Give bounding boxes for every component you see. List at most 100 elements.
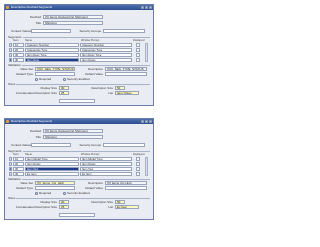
row-selector-active[interactable] [9, 58, 12, 62]
segment-num-cell[interactable]: 20 [13, 162, 24, 166]
displayed-checkbox[interactable] [136, 167, 140, 171]
maximize-icon[interactable] [145, 120, 148, 123]
displayed-checkbox[interactable] [136, 43, 140, 47]
application-label: Flexfield [29, 129, 41, 133]
description-size-label: Description Size [91, 200, 113, 204]
validation-section: Validation [8, 64, 150, 67]
segment-name-cell[interactable]: Item Model Type [25, 157, 79, 161]
maximize-icon[interactable] [145, 6, 148, 9]
segment-name-cell[interactable]: Item Desc Type [25, 53, 79, 57]
value-set-field[interactable]: XXX_SEG_TYPE_STATUS [35, 67, 75, 71]
window-titlebar: Descriptive Flexfield Segments [5, 5, 153, 10]
col-displayed-header: Displayed [133, 39, 145, 42]
displayed-checkbox[interactable] [136, 53, 140, 57]
row-selector[interactable] [9, 157, 12, 161]
segment-num-cell[interactable]: 30 [13, 53, 24, 57]
row-selector[interactable] [9, 172, 12, 176]
segment-prompt-cell[interactable]: Item Notes [80, 58, 132, 62]
application-field[interactable]: XX Items Outsourcing Shipment [43, 129, 103, 133]
segment-prompt-cell[interactable]: Category Number [80, 43, 132, 47]
minimize-icon[interactable] [141, 6, 144, 9]
close-icon[interactable] [149, 120, 152, 123]
minimize-icon[interactable] [141, 120, 144, 123]
title-field[interactable]: Shipping [43, 135, 103, 139]
title-label: Title [35, 135, 41, 139]
security-enabled-label: Security Enabled [67, 191, 90, 195]
segments-scrollbar[interactable] [145, 157, 148, 176]
row-selector[interactable] [9, 53, 12, 57]
displayed-checkbox[interactable] [136, 172, 140, 176]
segment-prompt-cell[interactable]: Item Model Type [80, 157, 132, 161]
value-set-description-field[interactable]: XX Items Ctx High [105, 181, 147, 185]
segment-name-cell[interactable]: Category Number [25, 43, 79, 47]
default-type-field[interactable] [35, 186, 75, 190]
row-selector[interactable] [9, 48, 12, 52]
title-label: Title [35, 21, 41, 25]
segment-prompt-cell[interactable]: Item Text [80, 167, 132, 171]
displayed-checkbox[interactable] [136, 58, 140, 62]
row-selector[interactable] [9, 162, 12, 166]
description-size-field[interactable]: 50 [115, 200, 125, 204]
security-enabled-checkbox[interactable] [63, 78, 66, 81]
row-selector[interactable] [9, 43, 12, 47]
flexfield-segments-window-1: Descriptive Flexfield Segments Flexfield… [4, 4, 154, 106]
default-value-field[interactable] [105, 72, 147, 76]
segment-num-cell[interactable]: 10 [13, 43, 24, 47]
value-set-description-field[interactable]: XXX_SEG_TYPE_STATUS [105, 67, 147, 71]
segment-prompt-cell[interactable]: Categories Type [80, 48, 132, 52]
security-code-field[interactable] [103, 29, 145, 33]
application-field[interactable]: XX Items Outsourcing Shipment [43, 15, 103, 19]
segment-prompt-cell[interactable]: Item Notes [80, 162, 132, 166]
app-icon [6, 6, 9, 9]
bottom-field[interactable] [59, 213, 95, 217]
flexfield-segments-window-2: Descriptive Flexfield Segments Flexfield… [4, 118, 154, 220]
default-type-label: Default Type [16, 72, 33, 76]
segment-num-cell[interactable]: 30 [13, 167, 24, 171]
segment-num-cell[interactable]: 10 [13, 157, 24, 161]
context-code-field[interactable] [31, 143, 71, 147]
close-icon[interactable] [149, 6, 152, 9]
list-value-field[interactable]: Item Notes [115, 91, 139, 95]
segment-name-cell-selected[interactable]: Item Text [25, 167, 79, 171]
row-selector-active[interactable] [9, 167, 12, 171]
sizes-section-label: Sizes [8, 196, 17, 200]
value-set-field[interactable]: XX_Items_Ctx_High [35, 181, 75, 185]
default-value-field[interactable] [105, 186, 147, 190]
segment-name-cell[interactable]: Item Notes [25, 162, 79, 166]
default-value-label: Default Value [85, 72, 103, 76]
required-label: Required [39, 191, 52, 195]
context-code-field[interactable] [31, 29, 71, 33]
window-title: Descriptive Flexfield Segments [11, 5, 53, 9]
segment-prompt-cell[interactable]: Ex Item [80, 172, 132, 176]
description-size-field[interactable]: 50 [115, 86, 125, 90]
security-enabled-label: Security Enabled [67, 77, 90, 81]
required-checkbox[interactable] [35, 78, 38, 81]
display-size-field[interactable]: 30 [59, 200, 69, 204]
sizes-section: Sizes [8, 196, 150, 200]
bottom-field[interactable] [59, 99, 95, 103]
security-enabled-checkbox[interactable] [63, 192, 66, 195]
segment-name-cell[interactable]: Ex Item [25, 172, 79, 176]
security-code-field[interactable] [103, 143, 145, 147]
concat-size-field[interactable]: 25 [59, 205, 69, 209]
required-checkbox[interactable] [35, 192, 38, 195]
col-num-header: Num [13, 39, 19, 42]
segments-scrollbar[interactable] [145, 43, 148, 62]
segment-num-cell[interactable]: 40 [13, 58, 24, 62]
list-value-field[interactable]: Ex Item [115, 205, 139, 209]
displayed-checkbox[interactable] [136, 157, 140, 161]
title-field[interactable]: Shipping [43, 21, 103, 25]
segment-name-cell-selected[interactable]: Item Note [25, 58, 79, 62]
concat-size-field[interactable]: 25 [59, 91, 69, 95]
list-label: List [108, 205, 113, 209]
display-size-field[interactable]: 30 [59, 86, 69, 90]
displayed-checkbox[interactable] [136, 162, 140, 166]
security-code-label: Security Groups [79, 29, 101, 33]
segment-num-cell[interactable]: 20 [13, 48, 24, 52]
displayed-checkbox[interactable] [136, 48, 140, 52]
segment-name-cell[interactable]: Categories Type [25, 48, 79, 52]
value-set-label: Value Set [20, 67, 33, 71]
segment-prompt-cell[interactable]: Item Desc Type [80, 53, 132, 57]
segment-num-cell[interactable]: 40 [13, 172, 24, 176]
default-type-field[interactable] [35, 72, 75, 76]
